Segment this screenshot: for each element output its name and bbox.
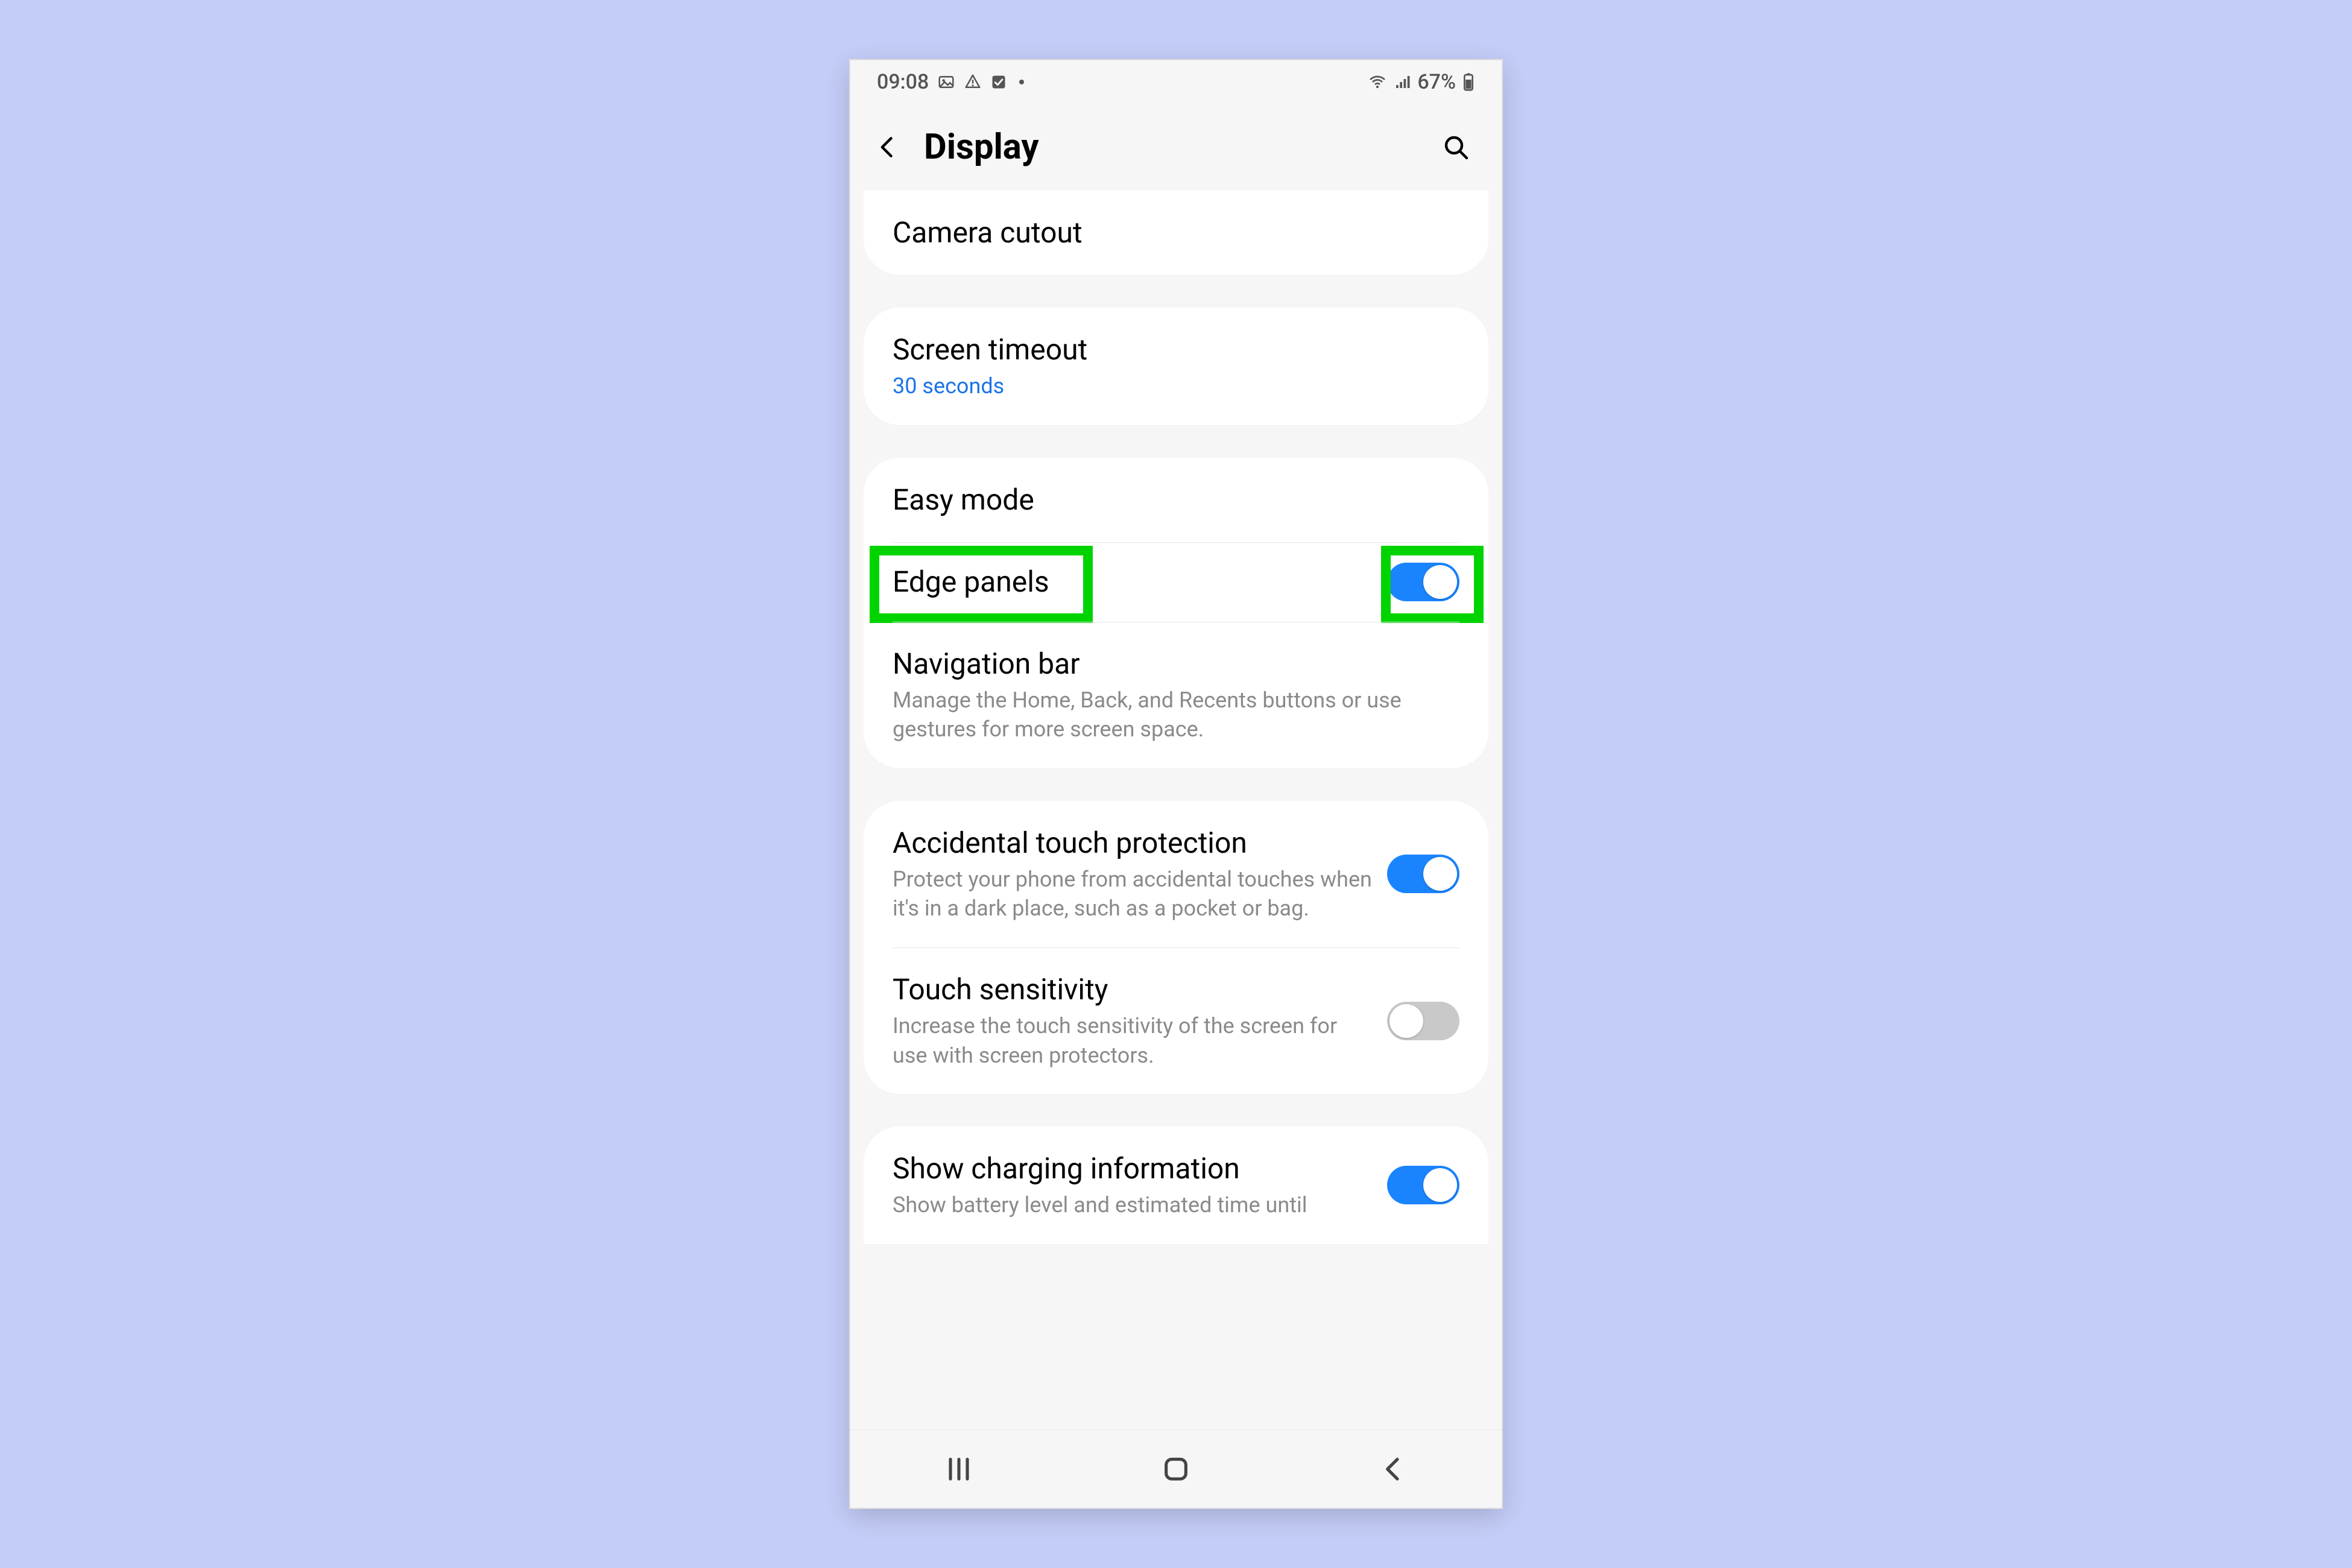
image-icon: [937, 73, 955, 91]
row-text: Screen timeout30 seconds: [893, 332, 1459, 401]
recents-icon: [942, 1452, 976, 1486]
checkbox-icon: [990, 74, 1007, 90]
settings-group: Accidental touch protection Protect your …: [864, 801, 1488, 1094]
settings-row-touch-sensitivity[interactable]: Touch sensitivityIncrease the touch sens…: [864, 947, 1488, 1094]
settings-group: Camera cutout: [864, 191, 1488, 275]
settings-row-camera-cutout[interactable]: Camera cutout: [864, 191, 1488, 275]
toggle-knob: [1423, 565, 1457, 599]
status-bar: 09:08 67%: [850, 60, 1502, 104]
row-text: Show charging informationShow battery le…: [893, 1151, 1373, 1220]
row-text: Accidental touch protection Protect your …: [893, 825, 1373, 923]
row-title: Easy mode: [893, 482, 1459, 518]
signal-icon: [1393, 73, 1411, 91]
settings-row-show-charging[interactable]: Show charging informationShow battery le…: [864, 1127, 1488, 1244]
row-text: Edge panels: [893, 564, 1373, 600]
android-nav-bar: [850, 1429, 1502, 1508]
status-battery-text: 67%: [1417, 70, 1456, 94]
app-header: Display: [850, 104, 1502, 191]
toggle-accidental-touch[interactable]: [1387, 855, 1459, 893]
settings-row-screen-timeout[interactable]: Screen timeout30 seconds: [864, 308, 1488, 425]
row-title: Edge panels: [893, 564, 1373, 600]
toggle-knob: [1423, 857, 1457, 891]
row-text: Touch sensitivityIncrease the touch sens…: [893, 972, 1373, 1070]
nav-home-button[interactable]: [1140, 1451, 1212, 1487]
cloud-warning-icon: [964, 73, 982, 91]
battery-icon: [1462, 72, 1475, 92]
settings-group: Screen timeout30 seconds: [864, 308, 1488, 425]
row-text: Navigation bar Manage the Home, Back, and…: [893, 646, 1459, 744]
row-title: Touch sensitivity: [893, 972, 1373, 1008]
row-subtitle: Increase the touch sensitivity of the sc…: [893, 1011, 1373, 1070]
phone-frame: 09:08 67%: [850, 60, 1502, 1508]
chevron-left-icon: [874, 134, 901, 160]
settings-row-navigation-bar[interactable]: Navigation bar Manage the Home, Back, and…: [864, 622, 1488, 768]
back-icon: [1376, 1452, 1410, 1486]
toggle-touch-sensitivity[interactable]: [1387, 1002, 1459, 1040]
row-text: Camera cutout: [893, 215, 1459, 251]
nav-back-button[interactable]: [1357, 1451, 1429, 1487]
row-title: Camera cutout: [893, 215, 1459, 251]
more-notifications-dot-icon: [1019, 80, 1024, 84]
settings-row-edge-panels[interactable]: Edge panels: [864, 542, 1488, 622]
row-text: Easy mode: [893, 482, 1459, 518]
settings-row-easy-mode[interactable]: Easy mode: [864, 458, 1488, 542]
row-title: Show charging information: [893, 1151, 1373, 1187]
status-time: 09:08: [877, 70, 929, 94]
toggle-show-charging[interactable]: [1387, 1166, 1459, 1204]
wifi-icon: [1368, 72, 1387, 92]
row-subtitle: Show battery level and estimated time un…: [893, 1190, 1373, 1220]
settings-row-accidental-touch[interactable]: Accidental touch protection Protect your …: [864, 801, 1488, 947]
row-title: Navigation bar: [893, 646, 1459, 682]
toggle-edge-panels[interactable]: [1387, 563, 1459, 601]
search-icon: [1441, 133, 1470, 162]
search-button[interactable]: [1437, 128, 1475, 166]
settings-group: Show charging informationShow battery le…: [864, 1127, 1488, 1244]
row-title: Accidental touch protection: [893, 825, 1373, 861]
settings-content: Camera cutout Screen timeout30 seconds Eas…: [850, 191, 1502, 1244]
back-button[interactable]: [868, 128, 907, 166]
page-title: Display: [924, 127, 1039, 168]
home-icon: [1159, 1452, 1193, 1486]
toggle-knob: [1389, 1004, 1423, 1038]
row-subtitle: 30 seconds: [893, 371, 1459, 401]
settings-group: Easy mode Edge panels Navigation bar Manage…: [864, 458, 1488, 768]
nav-recents-button[interactable]: [923, 1451, 995, 1487]
row-title: Screen timeout: [893, 332, 1459, 368]
row-subtitle: Protect your phone from accidental touch…: [893, 865, 1373, 923]
toggle-knob: [1423, 1168, 1457, 1202]
row-subtitle: Manage the Home, Back, and Recents butto…: [893, 686, 1459, 744]
